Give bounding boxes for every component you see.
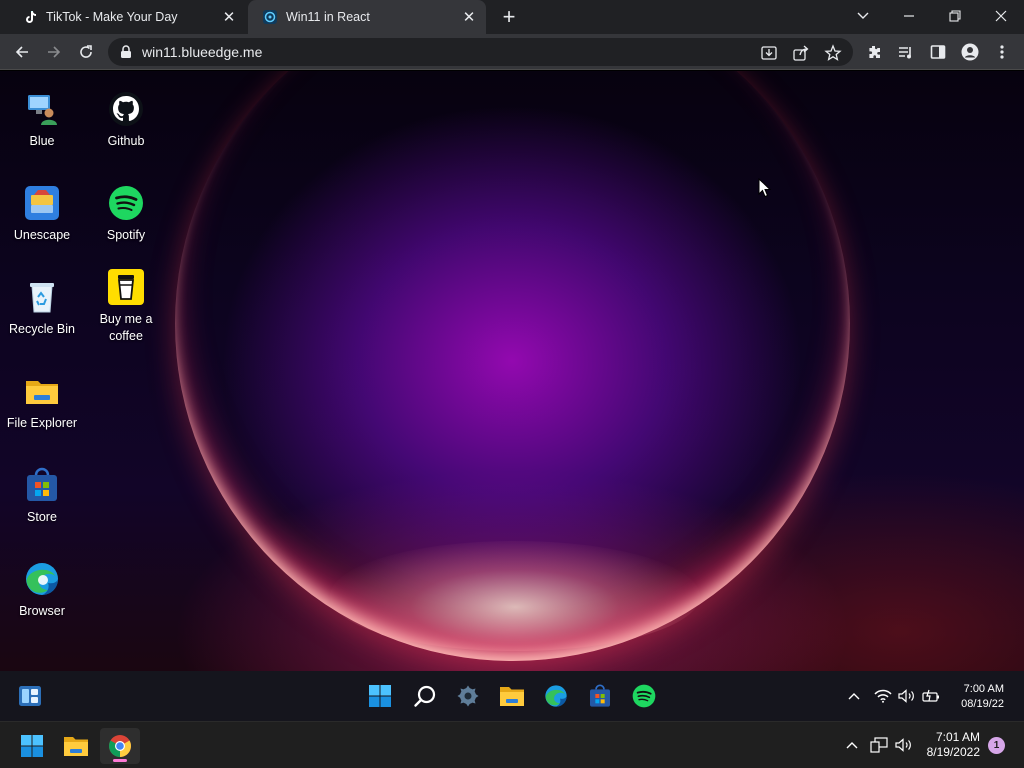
share-icon[interactable] [792,44,810,62]
web-taskbar-time: 7:00 AM [963,683,1004,695]
address-bar[interactable]: win11.blueedge.me [108,38,853,66]
host-file-explorer-icon[interactable] [56,728,96,764]
running-indicator [113,759,127,762]
host-tray-overflow-chevron-icon[interactable] [842,735,862,755]
address-url[interactable]: win11.blueedge.me [142,44,262,60]
desktop-icon-github[interactable]: Github [84,91,168,150]
back-icon[interactable] [10,40,34,64]
mouse-cursor-icon [758,178,772,198]
edge-icon [26,563,58,595]
desktop-icon-label: Buy me a coffee [99,312,153,343]
github-icon [109,92,143,126]
spotify-icon [109,186,143,220]
reload-icon[interactable] [74,40,98,64]
forward-icon[interactable] [42,40,66,64]
desktop-icon-unescape[interactable]: Unescape [0,185,84,244]
tab-close-icon[interactable]: ✕ [460,8,478,26]
desktop-icon-label: Unescape [13,228,71,242]
volume-icon[interactable] [898,687,916,705]
desktop-icon-spotify[interactable]: Spotify [84,185,168,244]
edge-icon[interactable] [543,683,569,709]
coffee-icon [108,269,144,305]
win11-react-icon [263,10,277,24]
media-control-icon[interactable] [894,40,918,64]
desktop-icon-recycle-bin[interactable]: Recycle Bin [0,279,84,338]
folder-icon [26,381,58,404]
tiktok-icon [26,11,36,23]
install-app-icon[interactable] [760,44,778,62]
host-network-icon[interactable] [869,735,889,755]
host-chrome-icon[interactable] [100,728,140,764]
desktop-icon-label: File Explorer [6,416,78,430]
browser-toolbar: win11.blueedge.me [0,34,1024,70]
desktop-icon-label: Spotify [106,228,146,242]
desktop-icon-blue[interactable]: Blue [0,91,84,150]
tab-title: TikTok - Make Your Day [46,10,178,24]
settings-icon[interactable] [455,683,481,709]
host-taskbar: 7:01 AM 8/19/2022 1 [0,721,1024,768]
win11-desktop[interactable]: Blue Unescape Recycle Bin File Explorer [0,71,1024,671]
file-explorer-icon[interactable] [499,683,525,709]
notification-badge[interactable]: 1 [988,737,1005,754]
host-clock[interactable]: 7:01 AM 8/19/2022 [918,730,980,760]
wallpaper-glow [330,541,700,651]
window-close-icon[interactable] [978,0,1024,32]
bookmark-star-icon[interactable] [824,44,842,62]
browser-tab-strip: TikTok - Make Your Day ✕ Win11 in React … [0,0,1024,34]
desktop-icon-label: Browser [19,604,65,618]
host-time: 7:01 AM [935,730,980,744]
web-taskbar-clock[interactable]: 7:00 AM 08/19/22 [961,682,1004,712]
tray-overflow-chevron-icon[interactable] [845,687,863,705]
host-start-icon[interactable] [12,728,52,764]
profile-avatar-icon[interactable] [958,40,982,64]
web-taskbar-date: 08/19/22 [961,698,1004,710]
new-tab-icon[interactable]: + [497,5,521,29]
extensions-icon[interactable] [862,40,886,64]
desktop-icon-label: Blue [29,134,55,148]
widgets-icon[interactable] [17,683,43,709]
desktop-icon-buy-me-a-coffee[interactable]: Buy me a coffee [84,269,168,345]
desktop-icon-browser[interactable]: Browser [0,561,84,620]
tab-search-icon[interactable] [840,0,886,32]
side-panel-icon[interactable] [926,40,950,64]
wifi-icon[interactable] [874,687,892,705]
desktop-icon-store[interactable]: Store [0,467,84,526]
start-icon[interactable] [367,683,393,709]
recycle-bin-icon [30,283,54,313]
store-icon [27,467,57,501]
more-menu-icon[interactable] [990,40,1014,64]
desktop-icon-label: Store [27,510,57,524]
restore-icon[interactable] [932,0,978,32]
tab-tiktok[interactable]: TikTok - Make Your Day ✕ [8,0,246,34]
tab-title: Win11 in React [286,10,370,24]
desktop-icon-label: Github [107,134,145,148]
tab-win11-in-react[interactable]: Win11 in React ✕ [248,0,486,34]
desktop-icon-file-explorer[interactable]: File Explorer [0,373,84,432]
user-pc-icon [28,95,57,125]
store-icon[interactable] [587,683,613,709]
minimize-icon[interactable] [886,0,932,32]
unescape-icon [25,186,59,220]
host-volume-icon[interactable] [894,735,914,755]
host-date: 8/19/2022 [926,745,980,759]
desktop-icon-label: Recycle Bin [9,322,75,336]
battery-icon[interactable] [922,687,940,705]
search-icon[interactable] [412,683,438,709]
lock-icon[interactable] [120,45,132,59]
tab-close-icon[interactable]: ✕ [220,8,238,26]
spotify-icon[interactable] [631,683,657,709]
web-taskbar: 7:00 AM 08/19/22 [0,671,1024,721]
